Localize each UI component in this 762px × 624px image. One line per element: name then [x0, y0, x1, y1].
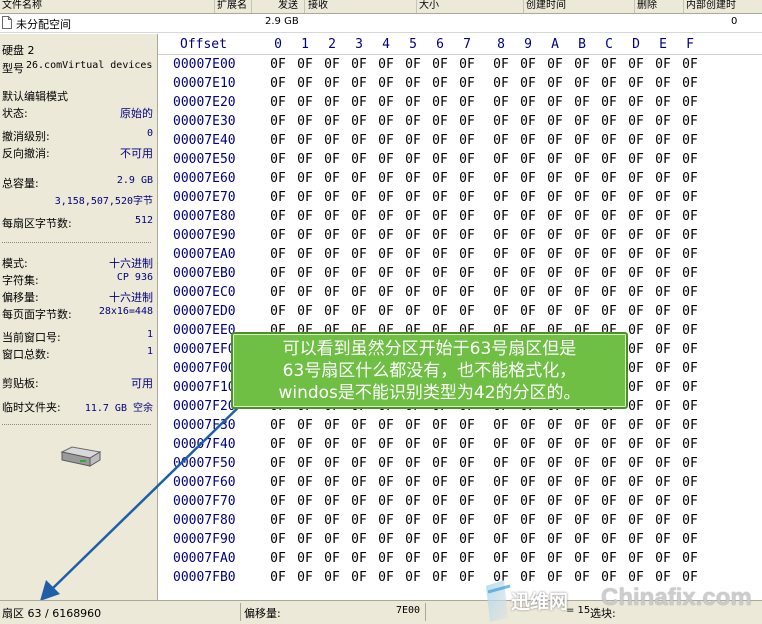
status-divider: [240, 603, 241, 621]
status-divider: [425, 603, 426, 621]
status-offset-value: 7E00: [396, 605, 421, 616]
status-offset-label: 偏移量:: [244, 607, 281, 620]
watermark-text-en: Chinafix.com: [601, 584, 752, 611]
status-sector: 扇区 63 / 6168960: [2, 607, 102, 620]
annotation-callout: 可以看到虽然分区开始于63号扇区但是 63号扇区什么都没有，也不能格式化， wi…: [231, 332, 628, 409]
callout-line-3: windos是不能识别类型为42的分区的。: [278, 383, 581, 403]
annotation-arrow: [40, 395, 251, 601]
callout-line-2: 63号扇区什么都没有，也不能格式化，: [282, 361, 577, 381]
watermark: 迅维网 Chinafix.com: [484, 578, 762, 623]
watermark-text-cn: 迅维网: [511, 591, 569, 613]
callout-line-1: 可以看到虽然分区开始于63号扇区但是: [282, 339, 577, 359]
